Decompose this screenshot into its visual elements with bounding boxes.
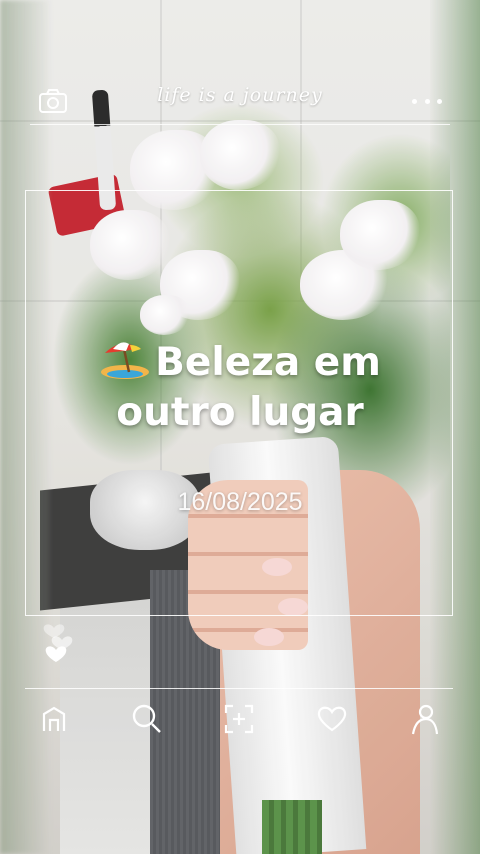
add-post-icon[interactable] — [222, 702, 256, 736]
more-dots-icon[interactable] — [412, 88, 442, 114]
heart-icon[interactable] — [315, 702, 349, 736]
title-line-1: Beleza em — [155, 340, 381, 385]
post-date: 16/08/2025 — [177, 488, 303, 516]
tagline-text: life is a journey — [157, 84, 323, 106]
search-icon[interactable] — [130, 702, 164, 736]
heart-filled-icon — [45, 646, 67, 662]
post-title: Beleza em outro lugar — [0, 338, 480, 438]
beach-umbrella-icon — [99, 339, 151, 379]
profile-icon[interactable] — [407, 702, 441, 736]
home-icon[interactable] — [37, 702, 71, 736]
heart-outline-icon — [43, 624, 65, 638]
top-bar: life is a journey — [30, 78, 450, 125]
floating-hearts[interactable] — [40, 612, 80, 672]
bottom-nav-bar — [25, 688, 453, 748]
title-line-2: outro lugar — [116, 390, 364, 435]
